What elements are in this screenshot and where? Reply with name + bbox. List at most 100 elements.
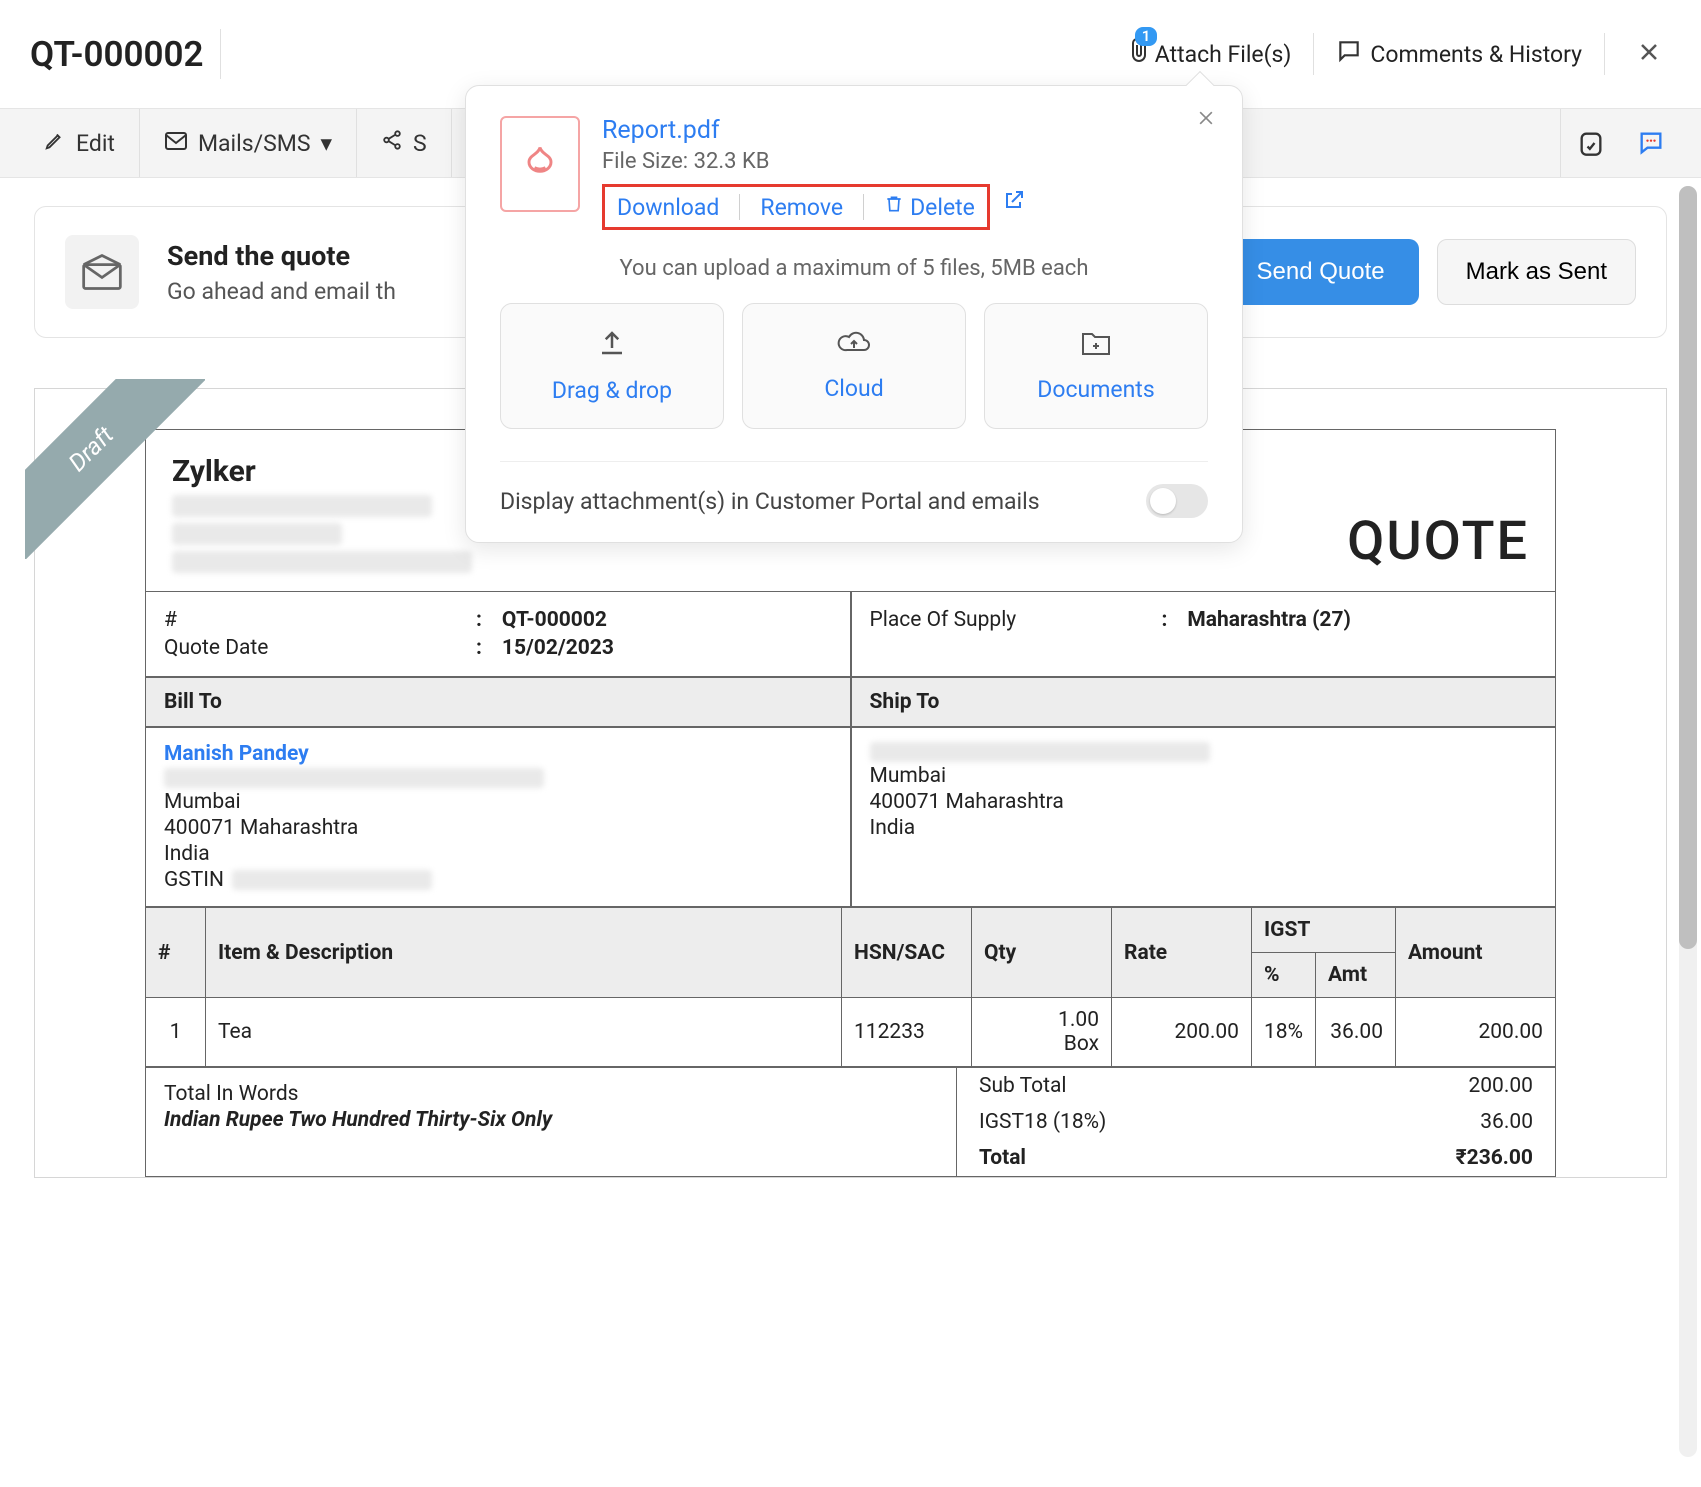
documents-label: Documents: [1037, 376, 1154, 403]
edit-label: Edit: [76, 130, 115, 157]
col-rate: Rate: [1112, 908, 1252, 998]
subtotal-label: Sub Total: [979, 1074, 1067, 1098]
col-amt: Amt: [1316, 953, 1396, 998]
edit-button[interactable]: Edit: [20, 109, 140, 177]
comments-history-button[interactable]: Comments & History: [1336, 38, 1582, 70]
bill-to-state: 400071 Maharashtra: [164, 816, 832, 840]
close-button[interactable]: [1627, 38, 1671, 71]
redacted-line: [172, 495, 432, 517]
redacted-line: [172, 523, 342, 545]
cloud-option[interactable]: Cloud: [742, 303, 966, 429]
row-qty: 1.00: [984, 1008, 1099, 1032]
divider: [739, 194, 740, 220]
attachments-popover: Report.pdf File Size: 32.3 KB Download R…: [465, 85, 1243, 543]
reminder-button[interactable]: [1560, 109, 1621, 177]
redacted-line: [870, 742, 1210, 762]
send-card-title: Send the quote: [167, 240, 396, 272]
mails-label: Mails/SMS: [198, 130, 311, 157]
divider: [863, 194, 864, 220]
mails-sms-button[interactable]: Mails/SMS ▾: [140, 109, 357, 177]
comments-label: Comments & History: [1370, 41, 1582, 68]
file-actions-highlighted: Download Remove Delete: [602, 184, 990, 230]
number-label: #: [164, 608, 464, 632]
quote-heading: QUOTE: [1347, 510, 1529, 573]
pos-value: Maharashtra (27): [1187, 608, 1350, 632]
igst-total-label: IGST18 (18%): [979, 1110, 1106, 1134]
col-amount: Amount: [1396, 908, 1556, 998]
bill-to-city: Mumbai: [164, 790, 832, 814]
row-item: Tea: [206, 998, 842, 1067]
drag-drop-option[interactable]: Drag & drop: [500, 303, 724, 429]
documents-option[interactable]: Documents: [984, 303, 1208, 429]
mail-icon: [164, 130, 188, 157]
col-item: Item & Description: [206, 908, 842, 998]
total-label: Total: [979, 1146, 1026, 1170]
ship-to-header: Ship To: [851, 677, 1557, 727]
upload-note: You can upload a maximum of 5 files, 5MB…: [500, 256, 1208, 281]
col-hsn: HSN/SAC: [842, 908, 972, 998]
send-card-subtitle: Go ahead and email th: [167, 278, 396, 305]
total-words-label: Total In Words: [164, 1082, 938, 1106]
popover-close-button[interactable]: [1196, 106, 1216, 134]
cloud-icon: [837, 330, 871, 363]
file-size: File Size: 32.3 KB: [602, 149, 1026, 174]
ship-to-city: Mumbai: [870, 764, 1538, 788]
send-quote-button[interactable]: Send Quote: [1223, 239, 1419, 305]
row-hsn: 112233: [842, 998, 972, 1067]
download-link[interactable]: Download: [617, 194, 719, 221]
comment-icon: [1336, 38, 1362, 70]
bill-to-header: Bill To: [145, 677, 851, 727]
cloud-label: Cloud: [824, 375, 883, 402]
ship-to-state: 400071 Maharashtra: [870, 790, 1538, 814]
col-pct: %: [1252, 953, 1316, 998]
folder-icon: [1080, 329, 1112, 364]
redacted-line: [172, 551, 472, 573]
pdf-file-icon: [500, 116, 580, 212]
attach-count-badge: 1: [1135, 27, 1158, 46]
row-amt: 36.00: [1316, 998, 1396, 1067]
display-attachments-toggle[interactable]: [1146, 484, 1208, 518]
row-amount: 200.00: [1396, 998, 1556, 1067]
chat-button[interactable]: [1621, 109, 1681, 177]
divider: [1604, 33, 1605, 75]
delete-link[interactable]: Delete: [884, 193, 975, 221]
bill-to-country: India: [164, 842, 832, 866]
attach-files-button[interactable]: 1 Attach File(s): [1127, 37, 1292, 72]
upload-icon: [597, 328, 627, 365]
company-name: Zylker: [172, 454, 472, 489]
mark-as-sent-button[interactable]: Mark as Sent: [1437, 239, 1636, 305]
ship-to-country: India: [870, 816, 1538, 840]
display-attachments-label: Display attachment(s) in Customer Portal…: [500, 488, 1040, 515]
page-title: QT-000002: [30, 34, 204, 75]
gstin-label: GSTIN: [164, 868, 224, 892]
row-qty-unit: Box: [984, 1032, 1099, 1056]
file-name[interactable]: Report.pdf: [602, 116, 1026, 145]
items-table: # Item & Description HSN/SAC Qty Rate IG…: [145, 907, 1556, 1067]
date-label: Quote Date: [164, 636, 464, 660]
redacted-line: [164, 768, 544, 788]
number-value: QT-000002: [502, 608, 607, 632]
share-icon: [381, 129, 403, 157]
divider: [1313, 33, 1314, 75]
table-row: 1 Tea 112233 1.00 Box 200.00 18% 36.00 2…: [146, 998, 1556, 1067]
date-value: 15/02/2023: [502, 636, 614, 660]
remove-link[interactable]: Remove: [760, 194, 843, 221]
trash-icon: [884, 193, 904, 221]
subtotal-value: 200.00: [1468, 1074, 1533, 1098]
chevron-down-icon: ▾: [320, 130, 332, 157]
total-words-value: Indian Rupee Two Hundred Thirty-Six Only: [164, 1108, 938, 1132]
pos-label: Place Of Supply: [870, 608, 1150, 632]
igst-total-value: 36.00: [1480, 1110, 1533, 1134]
col-qty: Qty: [972, 908, 1112, 998]
drag-drop-label: Drag & drop: [552, 377, 672, 404]
share-label: S: [413, 130, 427, 157]
delete-label: Delete: [910, 194, 975, 221]
row-num: 1: [146, 998, 206, 1067]
share-button[interactable]: S: [357, 109, 452, 177]
redacted-line: [232, 870, 432, 890]
bill-to-name[interactable]: Manish Pandey: [164, 742, 832, 766]
pencil-icon: [44, 129, 66, 157]
title-divider: [220, 29, 221, 79]
open-external-icon[interactable]: [1002, 188, 1026, 216]
envelope-icon: [65, 235, 139, 309]
